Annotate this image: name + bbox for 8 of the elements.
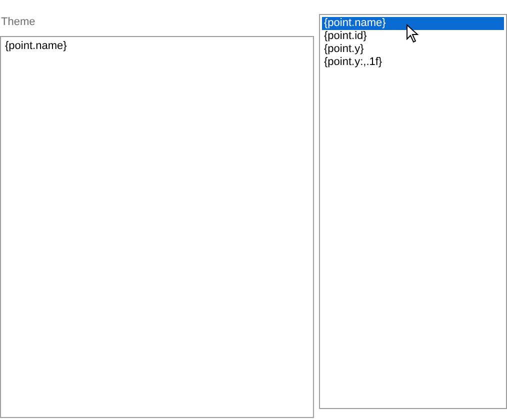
mouse-pointer-icon (406, 24, 419, 43)
theme-text-area[interactable]: {point.name} (0, 36, 314, 418)
theme-label: Theme (0, 16, 36, 30)
list-item[interactable]: {point.name} (322, 17, 504, 30)
list-item[interactable]: {point.y} (322, 43, 504, 56)
list-item[interactable]: {point.y:,.1f} (322, 56, 504, 69)
list-box[interactable]: {point.name} {point.id} {point.y} {point.y:,.1f} (319, 14, 507, 409)
list-item[interactable]: {point.id} (322, 30, 504, 43)
